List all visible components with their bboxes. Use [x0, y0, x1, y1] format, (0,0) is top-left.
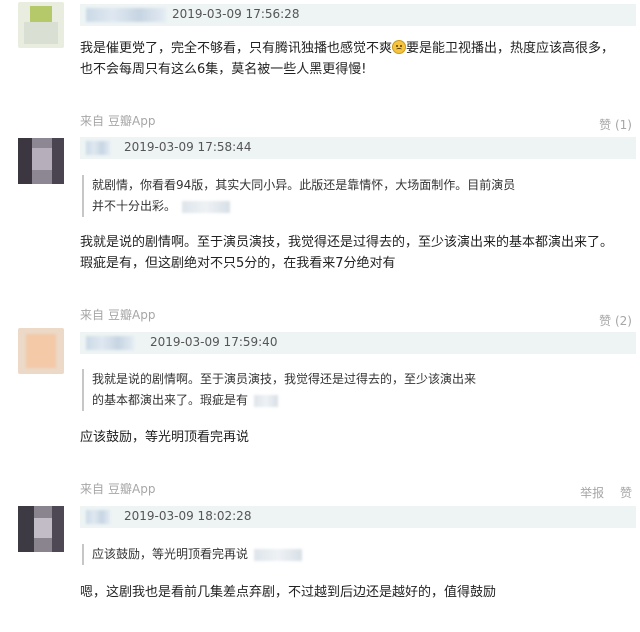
quoted-reply: 应该鼓励，等光明顶看完再说 — [82, 544, 342, 565]
comment-text: 我就是说的剧情啊。至于演员演技，我觉得还是过得去的，至少该演出来的基本都演出来了… — [80, 235, 614, 271]
report-button[interactable]: 举报 — [580, 486, 604, 500]
timestamp: 2019-03-09 18:02:28 — [124, 509, 252, 523]
quoted-username[interactable] — [254, 548, 303, 561]
avatar[interactable] — [18, 506, 64, 552]
source-app-link[interactable]: 豆瓣App — [108, 114, 155, 128]
username[interactable] — [86, 510, 110, 524]
username[interactable] — [86, 336, 134, 350]
timestamp: 2019-03-09 17:58:44 — [124, 140, 252, 154]
comment-actions: 赞 (1) — [587, 116, 632, 133]
like-button[interactable]: 赞 (1) — [599, 118, 632, 132]
source-app-link[interactable]: 豆瓣App — [108, 482, 155, 496]
comment-meta-bar: 2019-03-09 17:58:44 — [80, 137, 636, 159]
timestamp: 2019-03-09 17:56:28 — [172, 7, 300, 21]
quoted-username[interactable] — [182, 200, 231, 213]
comment-meta-bar: 2019-03-09 17:56:28 — [80, 4, 636, 26]
comment-source: 来自 豆瓣App — [80, 114, 156, 128]
comment-meta-bar: 2019-03-09 18:02:28 — [80, 506, 636, 528]
comment-source: 来自 豆瓣App — [80, 482, 156, 496]
avatar[interactable] — [18, 2, 64, 48]
username[interactable] — [86, 141, 110, 155]
comment-source: 来自 豆瓣App — [80, 308, 156, 322]
comment-text: 我是催更党了，完全不够看，只有腾讯独播也感觉不爽 要是能卫视播出，热度应该高很多，… — [80, 40, 615, 77]
source-app-link[interactable]: 豆瓣App — [108, 308, 155, 322]
comment-actions: 举报 赞 — [568, 484, 632, 501]
timestamp: 2019-03-09 17:59:40 — [150, 335, 278, 349]
sad-face-icon — [392, 40, 407, 54]
comment-text: 应该鼓励，等光明顶看完再说 — [80, 430, 250, 445]
comment-text: 嗯，这剧我也是看前几集差点弃剧，不过越到后边还是越好的，值得鼓励 — [80, 585, 497, 600]
like-button[interactable]: 赞 — [620, 486, 632, 500]
quoted-reply: 我就是说的剧情啊。至于演员演技，我觉得还是过得去的，至少该演出来的基本都演出来了… — [82, 369, 482, 411]
quoted-reply: 就剧情，你看看94版，其实大同小异。此版还是靠情怀，大场面制作。目前演员并不十分… — [82, 175, 522, 217]
avatar[interactable] — [18, 138, 64, 184]
comment-actions: 赞 (2) — [587, 312, 632, 329]
avatar[interactable] — [18, 328, 64, 374]
username[interactable] — [86, 8, 166, 22]
comment-meta-bar: 2019-03-09 17:59:40 — [80, 332, 636, 354]
quoted-username[interactable] — [254, 394, 279, 407]
like-button[interactable]: 赞 (2) — [599, 314, 632, 328]
